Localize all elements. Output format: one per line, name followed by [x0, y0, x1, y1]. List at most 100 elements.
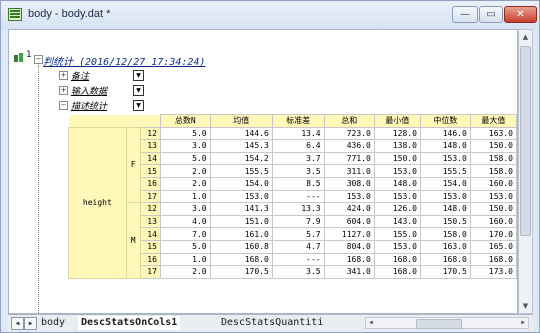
table-cell[interactable]: 154.2 [209, 151, 273, 166]
table-cell[interactable]: 6.4 [271, 139, 325, 153]
table-cell[interactable]: 3.5 [271, 164, 325, 178]
vertical-scroll-thumb[interactable] [520, 46, 531, 236]
table-cell[interactable]: 163.0 [469, 126, 517, 141]
close-button[interactable]: ✕ [504, 6, 537, 23]
notes-dropdown-button[interactable]: ▼ [133, 70, 144, 81]
table-cell[interactable]: 153.0 [373, 189, 421, 204]
table-cell[interactable]: 161.0 [209, 227, 273, 241]
table-cell[interactable]: 13.4 [271, 126, 325, 141]
table-cell[interactable]: 153.0 [419, 189, 471, 204]
table-cell[interactable]: 4.0 [159, 214, 211, 229]
table-cell[interactable]: 4.7 [271, 239, 325, 254]
table-cell[interactable]: 141.3 [209, 202, 273, 216]
table-cell[interactable]: 128.0 [373, 126, 421, 141]
tree-node-desc-stats[interactable]: 描述统计 [71, 99, 107, 112]
column-header[interactable]: 标准差 [271, 114, 325, 128]
table-cell[interactable]: 308.0 [323, 176, 375, 191]
sheet-tab-body[interactable]: body [38, 316, 68, 330]
table-cell[interactable]: 160.0 [469, 176, 517, 191]
table-cell[interactable]: 153.0 [373, 239, 421, 254]
table-cell[interactable]: 153.0 [209, 189, 273, 204]
table-cell[interactable]: 2.0 [159, 265, 211, 279]
expand-input-data-toggle[interactable]: + [59, 86, 68, 95]
table-cell[interactable]: 7.0 [159, 227, 211, 241]
report-title[interactable]: 判统计 (2016/12/27 17:34:24) [43, 53, 205, 68]
table-cell[interactable]: 2.0 [159, 164, 211, 178]
table-cell[interactable]: 168.0 [419, 252, 471, 267]
table-cell[interactable]: 148.0 [419, 139, 471, 153]
table-cell[interactable]: 163.0 [419, 239, 471, 254]
column-header[interactable]: 总数N [159, 114, 211, 128]
table-cell[interactable]: 143.0 [373, 214, 421, 229]
table-cell[interactable]: 144.6 [209, 126, 273, 141]
table-cell[interactable]: 3.0 [159, 139, 211, 153]
table-cell[interactable]: 168.0 [469, 252, 517, 267]
report-sheet[interactable]: 1 − 判统计 (2016/12/27 17:34:24) + 备注 ▼ + 输… [8, 29, 518, 314]
table-cell[interactable]: 170.0 [469, 227, 517, 241]
table-cell[interactable]: 1.0 [159, 252, 211, 267]
table-cell[interactable]: 145.3 [209, 139, 273, 153]
table-cell[interactable]: 160.0 [469, 214, 517, 229]
table-cell[interactable]: 5.0 [159, 126, 211, 141]
input-data-dropdown-button[interactable]: ▼ [133, 85, 144, 96]
table-cell[interactable]: 154.0 [209, 176, 273, 191]
table-cell[interactable]: 1.0 [159, 189, 211, 204]
title-bar[interactable]: body - body.dat * — ▭ ✕ [1, 1, 539, 29]
table-cell[interactable]: 168.0 [209, 252, 273, 267]
desc-stats-dropdown-button[interactable]: ▼ [133, 100, 144, 111]
table-cell[interactable]: 168.0 [323, 252, 375, 267]
table-cell[interactable]: 138.0 [373, 139, 421, 153]
column-header[interactable]: 总和 [323, 114, 375, 128]
table-cell[interactable]: 158.0 [419, 227, 471, 241]
table-cell[interactable]: 155.5 [419, 164, 471, 178]
scroll-right-icon[interactable]: ▶ [518, 318, 528, 328]
table-cell[interactable]: 154.0 [419, 176, 471, 191]
table-cell[interactable]: 723.0 [323, 126, 375, 141]
column-header[interactable]: 最大值 [469, 114, 517, 128]
table-cell[interactable]: 168.0 [373, 265, 421, 279]
table-cell[interactable]: 7.9 [271, 214, 325, 229]
table-cell[interactable]: 804.0 [323, 239, 375, 254]
sheet-tab-descstatsquantiti[interactable]: DescStatsQuantiti [218, 316, 326, 330]
vertical-scrollbar[interactable]: ▲ ▼ [518, 29, 533, 314]
table-cell[interactable]: 150.5 [419, 214, 471, 229]
table-cell[interactable]: 153.0 [419, 151, 471, 166]
scroll-left-icon[interactable]: ◀ [366, 318, 376, 328]
table-cell[interactable]: 436.0 [323, 139, 375, 153]
sheet-tab-descstatsoncols1[interactable]: DescStatsOnCols1 [78, 316, 181, 330]
table-cell[interactable]: 5.7 [271, 227, 325, 241]
scroll-down-icon[interactable]: ▼ [519, 299, 532, 313]
table-cell[interactable]: 148.0 [419, 202, 471, 216]
table-cell[interactable]: 5.0 [159, 239, 211, 254]
table-cell[interactable]: 153.0 [323, 189, 375, 204]
table-cell[interactable]: 3.5 [271, 265, 325, 279]
table-cell[interactable]: --- [271, 252, 325, 267]
table-cell[interactable]: 170.5 [209, 265, 273, 279]
table-cell[interactable]: 153.0 [469, 189, 517, 204]
tree-node-input-data[interactable]: 输入数据 [71, 84, 107, 97]
table-cell[interactable]: 1127.0 [323, 227, 375, 241]
column-header[interactable]: 均值 [209, 114, 273, 128]
table-cell[interactable]: 604.0 [323, 214, 375, 229]
next-sheet-icon[interactable]: ▶ [24, 317, 37, 330]
table-cell[interactable]: 5.0 [159, 151, 211, 166]
table-cell[interactable]: 771.0 [323, 151, 375, 166]
table-cell[interactable]: 155.0 [373, 227, 421, 241]
prev-sheet-icon[interactable]: ◀ [11, 317, 24, 330]
scroll-up-icon[interactable]: ▲ [519, 30, 532, 44]
table-cell[interactable]: 165.0 [469, 239, 517, 254]
table-cell[interactable]: 146.0 [419, 126, 471, 141]
table-cell[interactable]: 3.0 [159, 202, 211, 216]
table-cell[interactable]: 3.7 [271, 151, 325, 166]
horizontal-scroll-thumb[interactable] [416, 319, 462, 329]
maximize-button[interactable]: ▭ [479, 6, 503, 23]
table-cell[interactable]: 151.0 [209, 214, 273, 229]
table-cell[interactable]: 8.5 [271, 176, 325, 191]
collapse-desc-stats-toggle[interactable]: − [59, 101, 68, 110]
table-cell[interactable]: 150.0 [373, 151, 421, 166]
table-cell[interactable]: 126.0 [373, 202, 421, 216]
minimize-button[interactable]: — [452, 6, 478, 23]
table-cell[interactable]: 150.0 [469, 139, 517, 153]
table-cell[interactable]: 2.0 [159, 176, 211, 191]
column-header[interactable]: 最小值 [373, 114, 421, 128]
